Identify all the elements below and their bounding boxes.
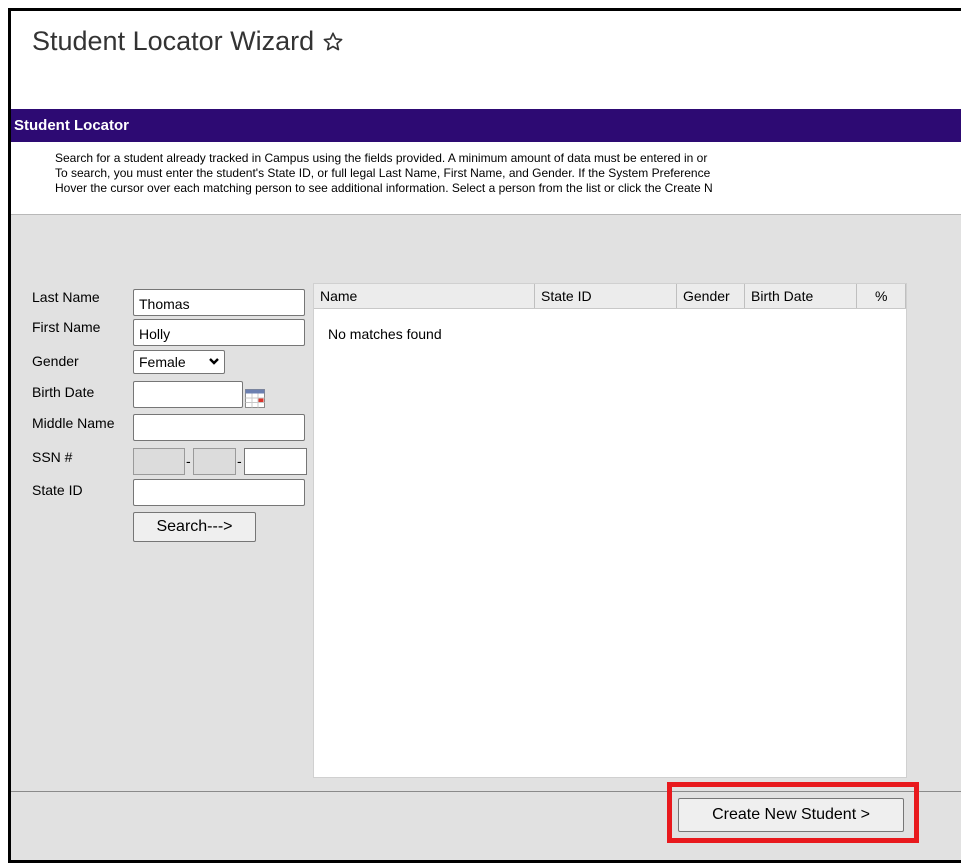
results-table: Name State ID Gender Birth Date % No mat… (313, 283, 907, 778)
column-header-match-percent[interactable]: % (857, 284, 906, 308)
state-id-field[interactable] (133, 479, 305, 506)
wizard-frame: Student Locator Wizard Student Locator S… (8, 8, 961, 863)
column-header-gender[interactable]: Gender (677, 284, 745, 308)
results-header-row: Name State ID Gender Birth Date % (314, 284, 906, 309)
column-header-name[interactable]: Name (314, 284, 535, 308)
calendar-icon[interactable] (244, 387, 266, 414)
search-button[interactable]: Search---> (133, 512, 256, 542)
state-id-label: State ID (32, 482, 83, 498)
middle-name-label: Middle Name (32, 415, 115, 431)
ssn-part-1-field (133, 448, 185, 475)
footer-divider (11, 791, 961, 792)
last-name-label: Last Name (32, 289, 100, 305)
search-workarea: Last Name Thomas First Name Holly Gender… (11, 215, 961, 860)
column-header-birth-date[interactable]: Birth Date (745, 284, 857, 308)
column-header-state-id[interactable]: State ID (535, 284, 677, 308)
ssn-dash: - (186, 453, 191, 469)
star-outline-icon[interactable] (322, 31, 344, 53)
ssn-label: SSN # (32, 449, 73, 465)
ssn-part-2-field (193, 448, 236, 475)
gender-select[interactable]: Female (133, 350, 225, 374)
page-title: Student Locator Wizard (32, 26, 344, 57)
page-title-text: Student Locator Wizard (32, 26, 315, 56)
birth-date-label: Birth Date (32, 384, 95, 400)
ssn-dash: - (237, 453, 242, 469)
section-title: Student Locator (14, 117, 129, 134)
instruction-line: To search, you must enter the student's … (55, 166, 711, 180)
instruction-line: Search for a student already tracked in … (55, 151, 708, 165)
gender-selected-value: Female (139, 354, 186, 370)
page-header: Student Locator Wizard (11, 11, 961, 109)
instruction-line: Hover the cursor over each matching pers… (55, 181, 713, 195)
middle-name-field[interactable] (133, 414, 305, 441)
ssn-part-3-field[interactable] (244, 448, 307, 475)
birth-date-field[interactable] (133, 381, 243, 408)
empty-results-message: No matches found (328, 326, 442, 342)
instructions: Search for a student already tracked in … (11, 142, 961, 215)
last-name-field[interactable]: Thomas (133, 289, 305, 316)
first-name-label: First Name (32, 319, 101, 335)
section-header: Student Locator (11, 109, 961, 142)
chevron-down-icon (208, 354, 220, 373)
create-new-student-button[interactable]: Create New Student > (678, 798, 904, 832)
gender-label: Gender (32, 353, 79, 369)
first-name-field[interactable]: Holly (133, 319, 305, 346)
